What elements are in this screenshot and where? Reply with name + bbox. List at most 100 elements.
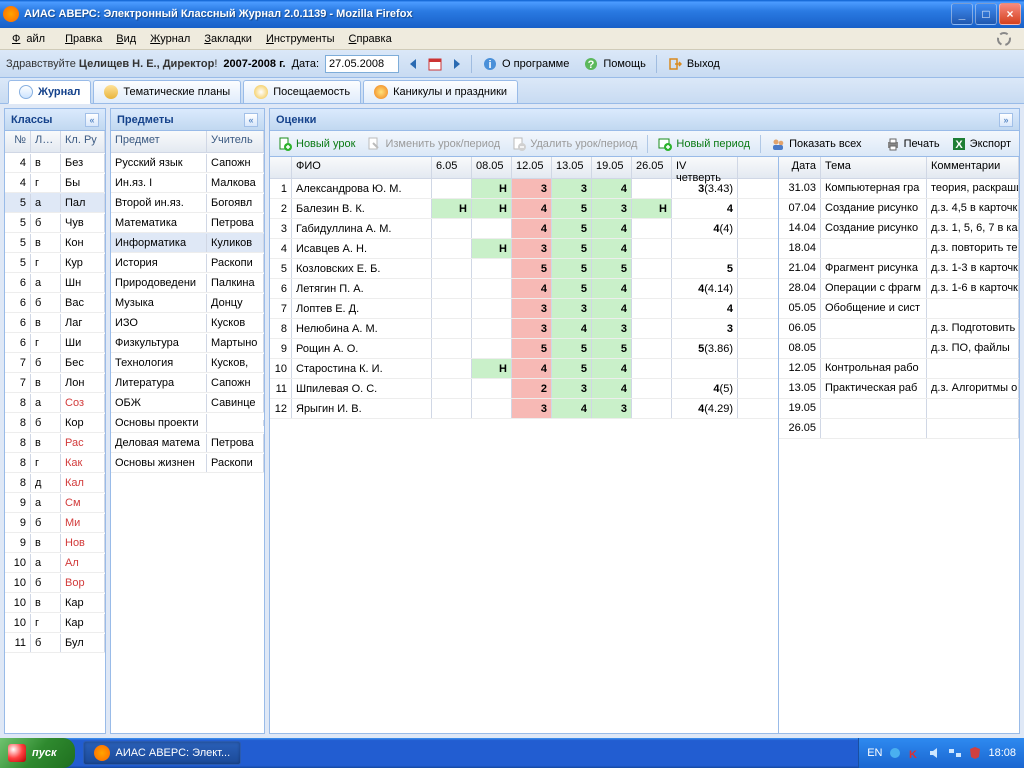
class-row[interactable]: 9бМи	[5, 513, 105, 533]
class-row[interactable]: 10аАл	[5, 553, 105, 573]
menu-journal[interactable]: Журнал	[144, 31, 196, 47]
close-button[interactable]: ×	[999, 3, 1021, 25]
lesson-row[interactable]: 18.04д.з. повторить те	[779, 239, 1019, 259]
lang-indicator[interactable]: EN	[867, 747, 882, 759]
class-row[interactable]: 8аСоз	[5, 393, 105, 413]
maximize-button[interactable]: □	[975, 3, 997, 25]
lesson-row[interactable]: 06.05д.з. Подготовить	[779, 319, 1019, 339]
subject-row[interactable]: ПриродоведениПалкина	[111, 273, 264, 293]
subject-row[interactable]: ОБЖСавинце	[111, 393, 264, 413]
class-row[interactable]: 8гКак	[5, 453, 105, 473]
system-tray[interactable]: EN K 18:08	[858, 738, 1024, 768]
col-date[interactable]: 19.05	[592, 157, 632, 178]
class-row[interactable]: 9вНов	[5, 533, 105, 553]
col-comment[interactable]: Комментарии	[927, 157, 1019, 178]
exit-button[interactable]: Выход	[663, 54, 724, 74]
subject-row[interactable]: ЛитератураСапожн	[111, 373, 264, 393]
lesson-row[interactable]: 19.05	[779, 399, 1019, 419]
col-subject[interactable]: Предмет	[111, 131, 207, 152]
subject-row[interactable]: Русский языкСапожн	[111, 153, 264, 173]
help-button[interactable]: ?Помощь	[579, 54, 650, 74]
col-fio[interactable]: ФИО	[292, 157, 432, 178]
class-row[interactable]: 4вБез	[5, 153, 105, 173]
class-row[interactable]: 5гКур	[5, 253, 105, 273]
lesson-row[interactable]: 12.05Контрольная рабо	[779, 359, 1019, 379]
subject-row[interactable]: ИсторияРаскопи	[111, 253, 264, 273]
lesson-row[interactable]: 13.05Практическая рабд.з. Алгоритмы оп	[779, 379, 1019, 399]
subject-row[interactable]: ИЗОКусков	[111, 313, 264, 333]
student-row[interactable]: 7Лоптев Е. Д.3344	[270, 299, 778, 319]
class-row[interactable]: 6гШи	[5, 333, 105, 353]
subject-row[interactable]: ТехнологияКусков,	[111, 353, 264, 373]
subject-row[interactable]: Основы жизненРаскопи	[111, 453, 264, 473]
class-row[interactable]: 11бБул	[5, 633, 105, 653]
col-no[interactable]: №	[5, 131, 31, 152]
date-input[interactable]	[325, 55, 399, 73]
delete-lesson-button[interactable]: Удалить урок/период	[508, 135, 641, 153]
tray-icon-1[interactable]	[888, 746, 902, 760]
lesson-row[interactable]: 28.04Операции с фрагмд.з. 1-6 в карточк	[779, 279, 1019, 299]
menu-help[interactable]: Справка	[343, 31, 398, 47]
menu-file[interactable]: Файл	[6, 31, 57, 47]
tab-holidays[interactable]: Каникулы и праздники	[363, 80, 518, 103]
subject-row[interactable]: Основы проекти	[111, 413, 264, 433]
col-date[interactable]: 08.05	[472, 157, 512, 178]
grades-grid[interactable]: ФИО6.0508.0512.0513.0519.0526.05IV четве…	[270, 157, 779, 733]
class-row[interactable]: 8бКор	[5, 413, 105, 433]
classes-body[interactable]: №ЛитеКл. Ру 4вБез4гБы5аПал5бЧув5вКон5гКу…	[5, 131, 105, 733]
student-row[interactable]: 11Шпилевая О. С.2344 (5)	[270, 379, 778, 399]
tab-journal[interactable]: Журнал	[8, 80, 91, 104]
student-row[interactable]: 2Балезин В. К.НН453Н4	[270, 199, 778, 219]
student-row[interactable]: 6Летягин П. А.4544 (4.14)	[270, 279, 778, 299]
student-row[interactable]: 4Исавцев А. Н.Н354	[270, 239, 778, 259]
class-row[interactable]: 7вЛон	[5, 373, 105, 393]
class-row[interactable]: 10гКар	[5, 613, 105, 633]
new-lesson-button[interactable]: Новый урок	[274, 135, 359, 153]
taskbar-app[interactable]: АИАС АВЕРС: Элект...	[83, 741, 242, 765]
subject-row[interactable]: Ин.яз. IМалкова	[111, 173, 264, 193]
edit-lesson-button[interactable]: Изменить урок/период	[363, 135, 504, 153]
class-row[interactable]: 6вЛаг	[5, 313, 105, 333]
subject-row[interactable]: Деловая матемаПетрова	[111, 433, 264, 453]
date-prev-icon[interactable]	[405, 56, 421, 72]
lesson-row[interactable]: 26.05	[779, 419, 1019, 439]
col-date[interactable]: 12.05	[512, 157, 552, 178]
menu-tools[interactable]: Инструменты	[260, 31, 341, 47]
col-date[interactable]: 26.05	[632, 157, 672, 178]
start-button[interactable]: пуск	[0, 738, 75, 768]
class-row[interactable]: 7бБес	[5, 353, 105, 373]
student-row[interactable]: 5Козловских Е. Б.5555	[270, 259, 778, 279]
class-row[interactable]: 6бВас	[5, 293, 105, 313]
class-row[interactable]: 8дКал	[5, 473, 105, 493]
collapse-icon[interactable]: «	[85, 113, 99, 127]
menu-bookmarks[interactable]: Закладки	[198, 31, 258, 47]
student-row[interactable]: 8Нелюбина А. М.3433	[270, 319, 778, 339]
about-button[interactable]: iО программе	[478, 54, 573, 74]
col-kr[interactable]: Кл. Ру	[61, 131, 105, 152]
student-row[interactable]: 3Габидуллина А. М.4544 (4)	[270, 219, 778, 239]
export-button[interactable]: XЭкспорт	[948, 135, 1015, 153]
subject-row[interactable]: МузыкаДонцу	[111, 293, 264, 313]
minimize-button[interactable]: _	[951, 3, 973, 25]
menu-view[interactable]: Вид	[110, 31, 142, 47]
student-row[interactable]: 9Рощин А. О.5555 (3.86)	[270, 339, 778, 359]
lesson-row[interactable]: 05.05Обобщение и сист	[779, 299, 1019, 319]
class-row[interactable]: 9аСм	[5, 493, 105, 513]
calendar-icon[interactable]	[427, 56, 443, 72]
class-row[interactable]: 5бЧув	[5, 213, 105, 233]
lesson-row[interactable]: 21.04Фрагмент рисункад.з. 1-3 в карточк	[779, 259, 1019, 279]
lesson-row[interactable]: 14.04Создание рисункод.з. 1, 5, 6, 7 в к…	[779, 219, 1019, 239]
tray-icon-volume[interactable]	[928, 746, 942, 760]
class-row[interactable]: 6аШн	[5, 273, 105, 293]
subject-row[interactable]: ФизкультураМартыно	[111, 333, 264, 353]
tray-icon-antivirus[interactable]: K	[908, 746, 922, 760]
class-row[interactable]: 5вКон	[5, 233, 105, 253]
col-teacher[interactable]: Учитель	[207, 131, 264, 152]
student-row[interactable]: 12Ярыгин И. В.3434 (4.29)	[270, 399, 778, 419]
class-row[interactable]: 10вКар	[5, 593, 105, 613]
lesson-row[interactable]: 31.03Компьютерная гратеория, раскраши	[779, 179, 1019, 199]
clock[interactable]: 18:08	[988, 747, 1016, 759]
date-next-icon[interactable]	[449, 56, 465, 72]
student-row[interactable]: 10Старостина К. И.Н454	[270, 359, 778, 379]
col-lit[interactable]: Лите	[31, 131, 61, 152]
